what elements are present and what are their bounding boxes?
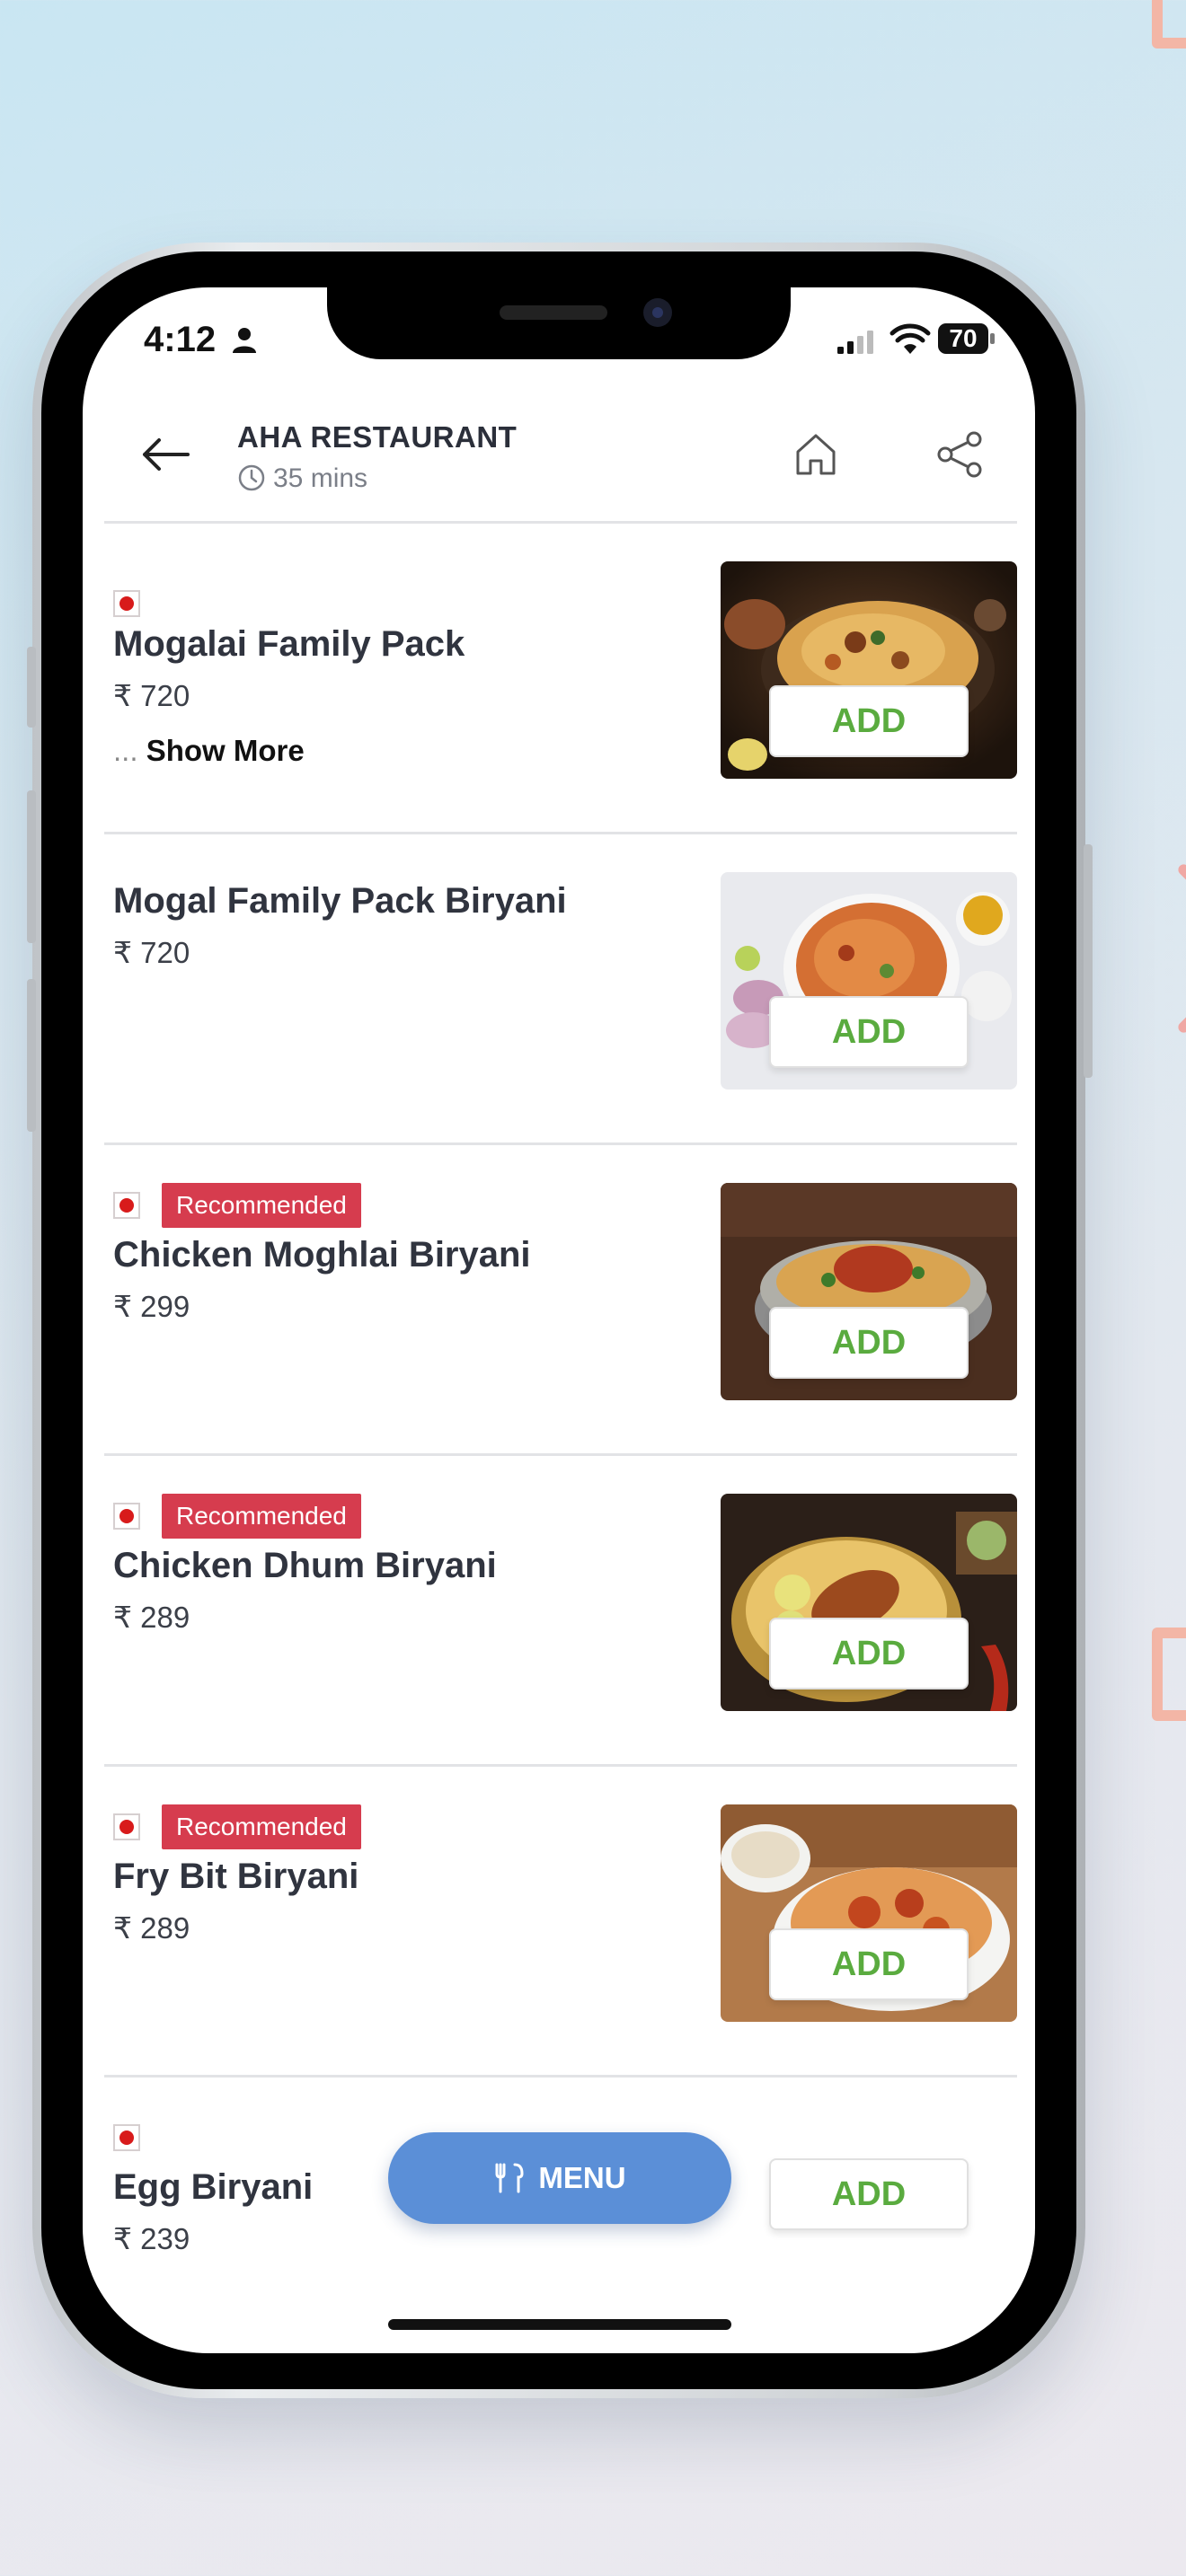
show-more-label: Show More: [146, 734, 305, 767]
menu-item: Recommended Fry Bit Biryani ₹ 289 ADD: [83, 1767, 1035, 2078]
menu-button[interactable]: MENU: [388, 2132, 731, 2224]
share-icon: [937, 431, 982, 478]
add-button[interactable]: ADD: [769, 685, 969, 757]
back-button[interactable]: [133, 422, 198, 487]
front-camera: [643, 298, 672, 327]
item-name: Mogalai Family Pack: [113, 624, 465, 664]
item-price: ₹ 299: [113, 1290, 190, 1323]
item-price: ₹ 720: [113, 679, 190, 712]
add-button[interactable]: ADD: [769, 1928, 969, 2000]
arrow-left-icon: [143, 438, 190, 471]
app-screen: 4:12 70 AHA RESTAURANT 35 mins Mogalai F…: [83, 287, 1035, 2353]
non-veg-icon: [113, 1813, 140, 1840]
power-button: [1084, 844, 1093, 1078]
recommended-badge: Recommended: [162, 1804, 361, 1849]
restaurant-name: AHA RESTAURANT: [237, 420, 518, 454]
battery-tip: [990, 333, 995, 344]
add-button[interactable]: ADD: [769, 1618, 969, 1689]
non-veg-icon: [113, 1503, 140, 1530]
recommended-badge: Recommended: [162, 1183, 361, 1228]
non-veg-icon: [113, 1192, 140, 1219]
fork-knife-icon: [495, 2163, 524, 2193]
item-price: ₹ 289: [113, 1601, 190, 1634]
person-icon: [233, 328, 256, 353]
menu-item: Mogalai Family Pack ₹ 720 ... Show More: [83, 524, 1035, 834]
item-name: Fry Bit Biryani: [113, 1857, 359, 1896]
show-more-ellipsis: ...: [113, 734, 138, 767]
show-more-link[interactable]: ... Show More: [113, 734, 305, 768]
status-time: 4:12: [144, 320, 217, 359]
decorative-square-bottom: [1152, 1628, 1186, 1721]
item-name: Mogal Family Pack Biryani: [113, 881, 567, 921]
item-name: Egg Biryani: [113, 2167, 314, 2207]
wifi-icon: [890, 323, 931, 354]
notch: [327, 287, 791, 359]
non-veg-icon: [113, 590, 140, 617]
item-price: ₹ 239: [113, 2222, 190, 2255]
home-indicator[interactable]: [388, 2319, 731, 2330]
add-button[interactable]: ADD: [769, 1307, 969, 1379]
earpiece-speaker: [500, 305, 607, 320]
item-price: ₹ 289: [113, 1911, 190, 1945]
non-veg-icon: [113, 2124, 140, 2151]
delivery-eta: 35 mins: [273, 463, 368, 493]
menu-item: Recommended Chicken Dhum Biryani ₹ 289 A…: [83, 1456, 1035, 1767]
home-button[interactable]: [783, 422, 848, 487]
item-price: ₹ 720: [113, 936, 190, 969]
menu-item: Mogal Family Pack Biryani ₹ 720 ADD: [83, 834, 1035, 1145]
battery-indicator: 70: [938, 323, 988, 354]
add-button[interactable]: ADD: [769, 996, 969, 1068]
decorative-cross-stroke-2: [1175, 969, 1186, 1036]
cellular-signal-icon: [837, 331, 873, 354]
menu-item: Recommended Chicken Moghlai Biryani ₹ 29…: [83, 1145, 1035, 1456]
add-button[interactable]: ADD: [769, 2158, 969, 2230]
volume-up-button: [27, 790, 36, 943]
item-name: Chicken Moghlai Biryani: [113, 1235, 531, 1275]
recommended-badge: Recommended: [162, 1494, 361, 1539]
item-name: Chicken Dhum Biryani: [113, 1546, 497, 1585]
share-button[interactable]: [927, 422, 992, 487]
home-icon: [796, 434, 836, 475]
decorative-cross-stroke-1: [1175, 861, 1186, 928]
menu-button-label: MENU: [538, 2161, 626, 2194]
decorative-square-top: [1152, 0, 1186, 49]
clock-icon: [238, 464, 265, 491]
volume-down-button: [27, 979, 36, 1132]
mute-switch: [27, 647, 36, 728]
